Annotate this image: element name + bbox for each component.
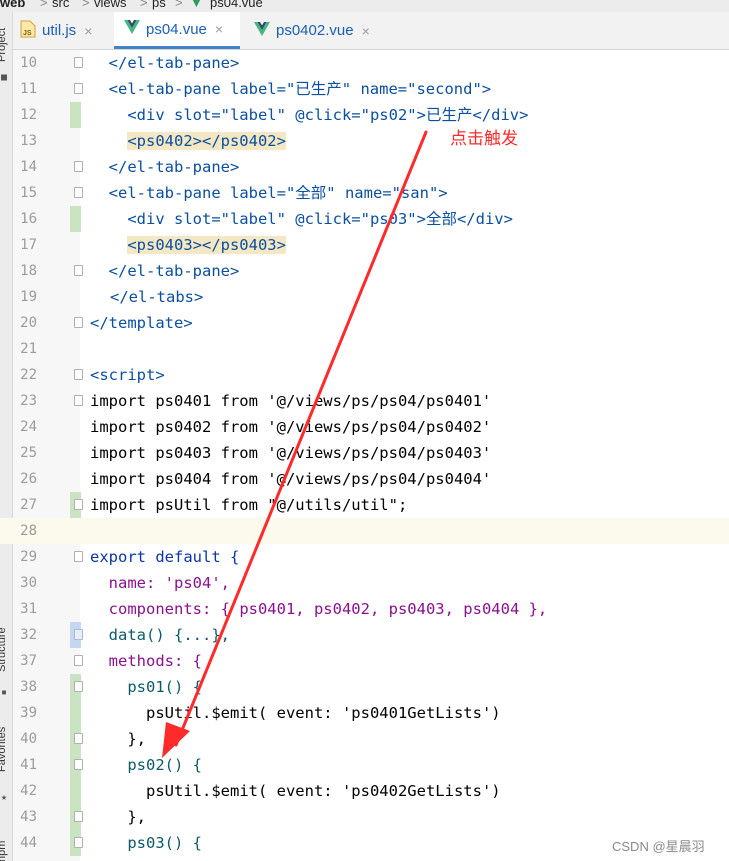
- annotation-arrow: [162, 130, 428, 758]
- annotation-label: 点击触发: [450, 129, 518, 148]
- watermark: CSDN @星晨羽: [612, 839, 705, 854]
